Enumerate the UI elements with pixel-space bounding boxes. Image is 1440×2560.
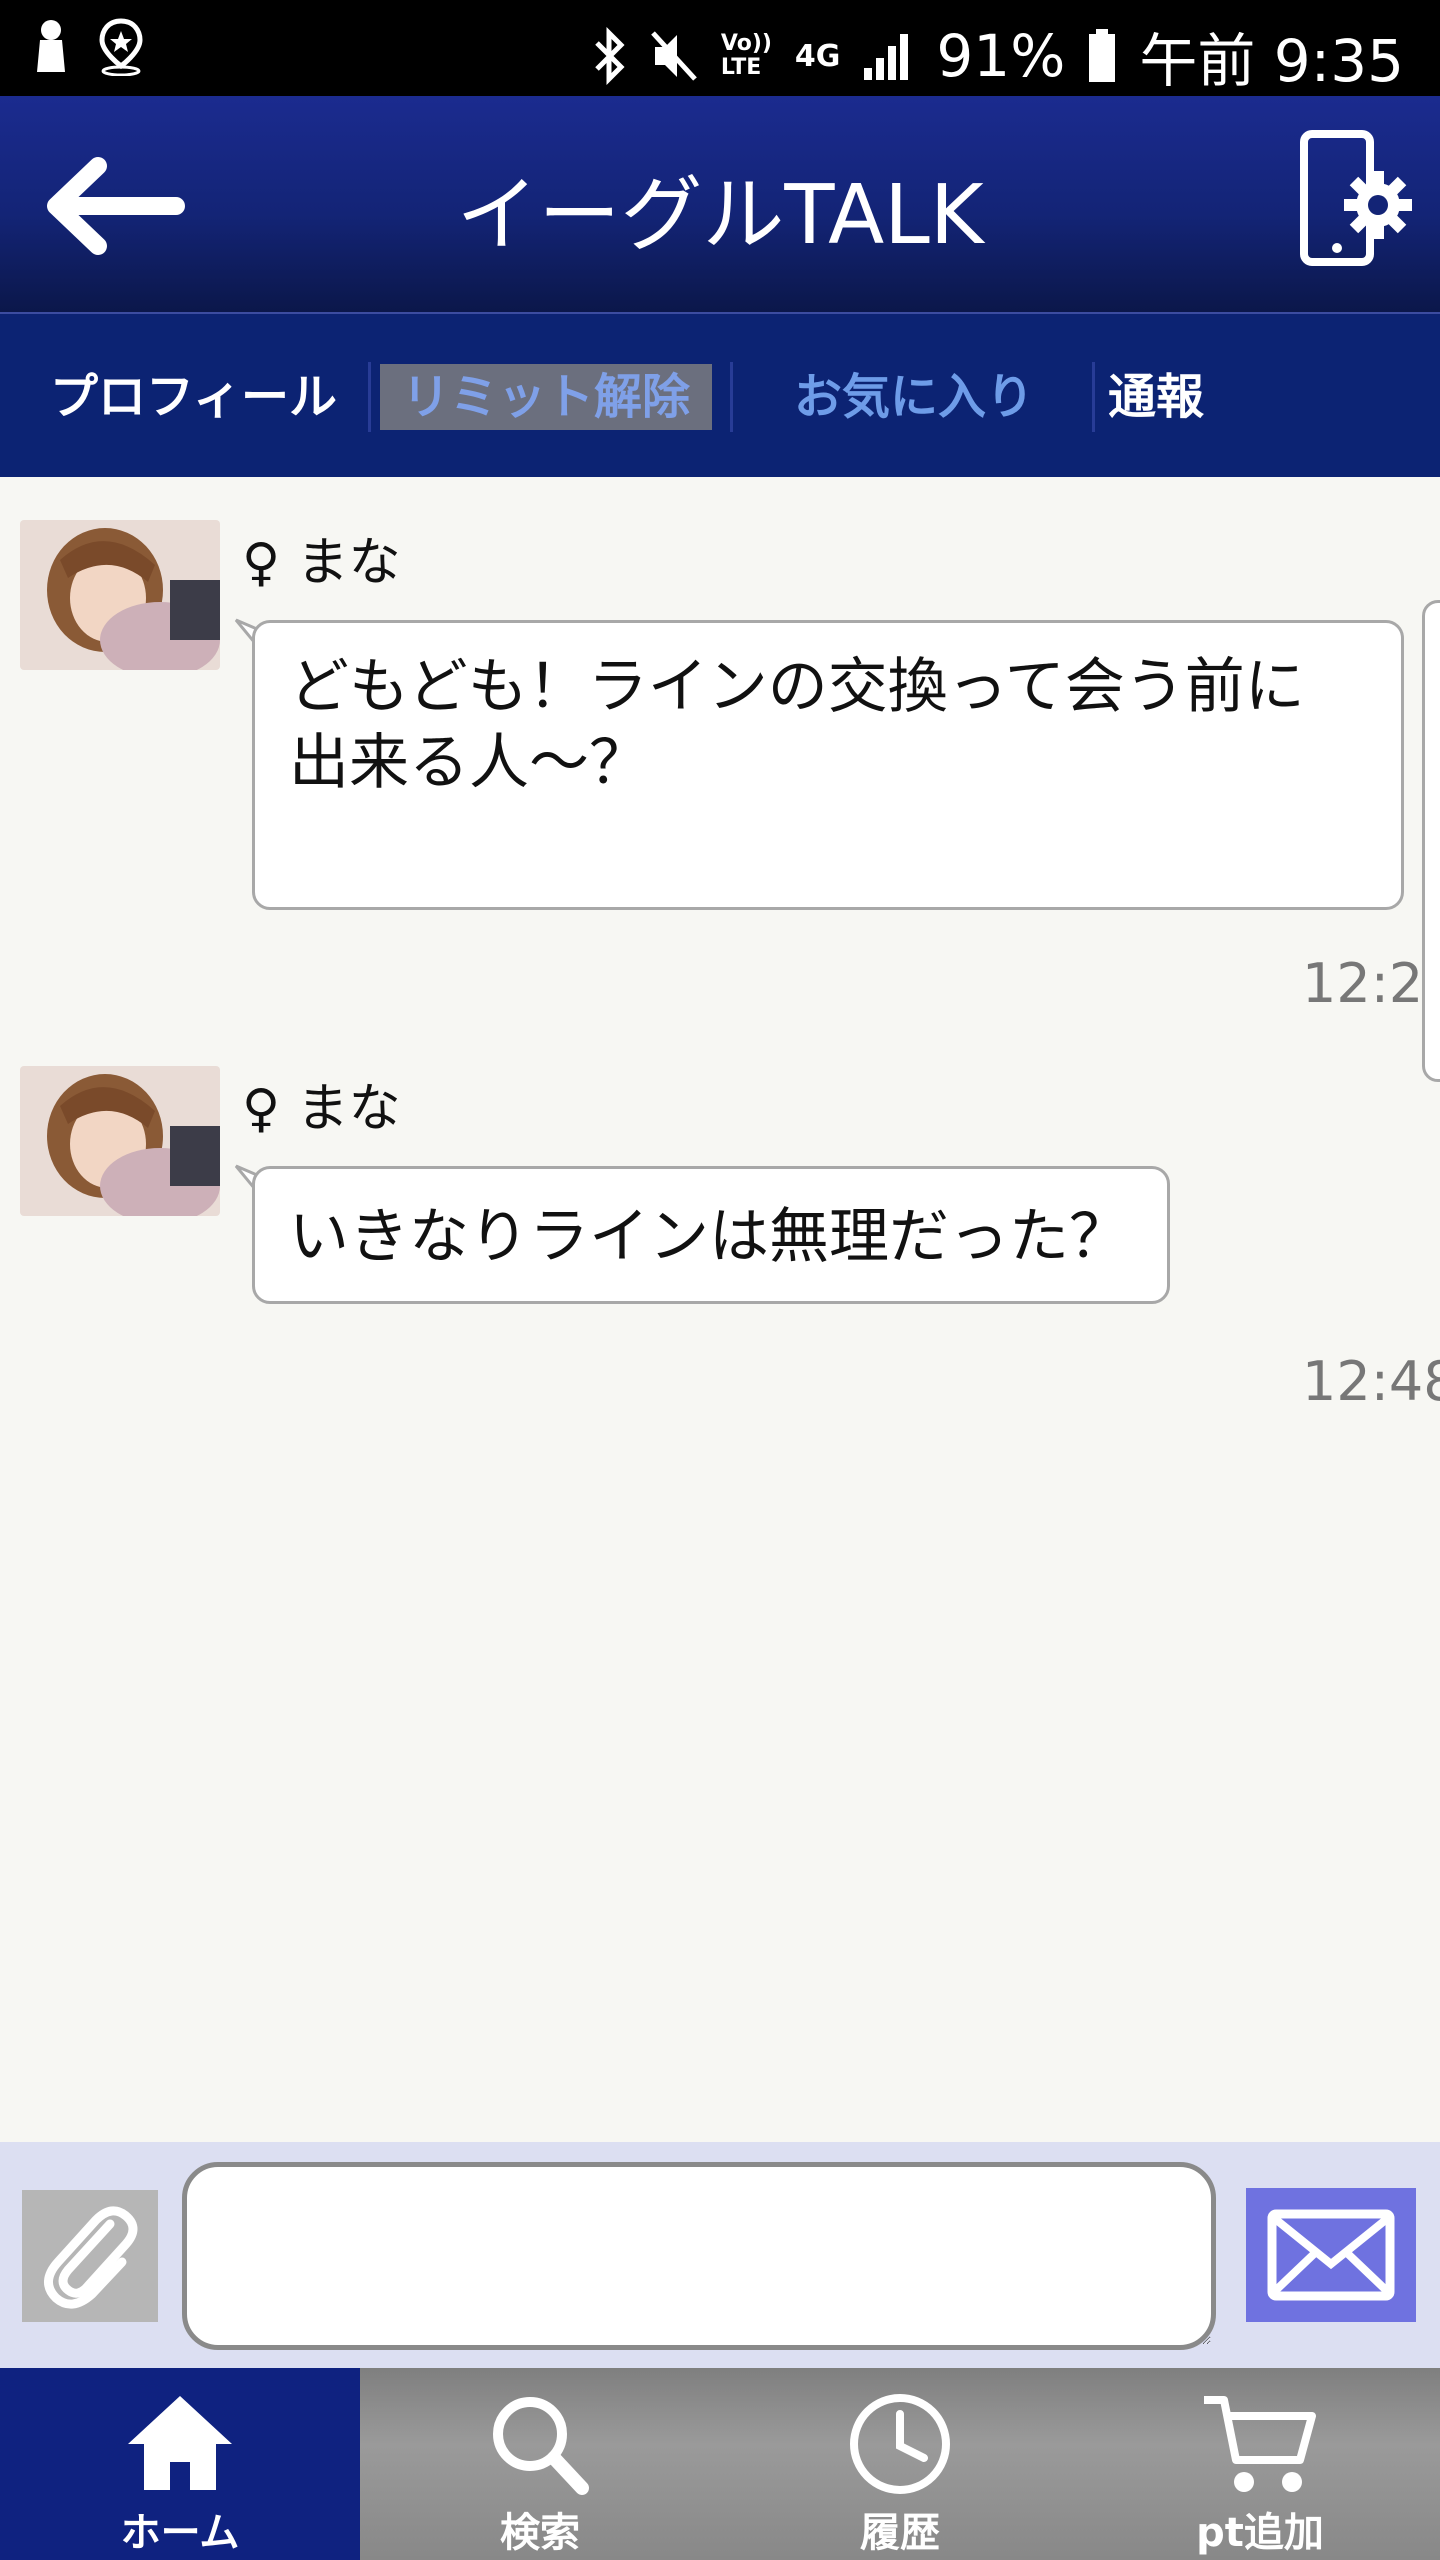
message-text: いきなりラインは無理だった？ [289,1202,1129,1272]
paperclip-icon [44,2206,138,2309]
tab-report[interactable]: 通報 [1108,364,1204,430]
mute-icon [651,31,697,81]
bluetooth-icon [595,27,625,85]
avatar-photo [20,520,220,670]
battery-percent: 91% [936,22,1066,90]
avatar[interactable] [20,1066,220,1216]
battery-icon [1089,29,1116,82]
tab-divider [1092,362,1095,432]
app-header: イーグルTALK [0,96,1440,312]
status-bar: Vo)) LTE 4G 91% 午前 9:35 [0,0,1440,96]
message-text: どもども！ラインの交換って会う前に [289,652,1305,722]
avatar[interactable] [20,520,220,670]
nav-add-points[interactable]: pt追加 [1080,2368,1440,2560]
network-type: 4G [794,38,841,74]
attach-button[interactable] [22,2190,158,2322]
nav-label: pt追加 [1196,2510,1324,2556]
nav-label: 履歴 [860,2510,940,2556]
location-icon [99,18,143,76]
tab-favorites[interactable]: お気に入り [794,364,1034,430]
cart-icon [1204,2396,1316,2492]
sender-name: ♀ まな [242,1079,401,1139]
message-bubble: いきなりラインは無理だった？ [252,1166,1170,1304]
search-icon [493,2397,589,2495]
message-bubble: どもども！ラインの交換って会う前に 出来る人～？ [252,620,1404,910]
clock-icon [850,2394,950,2494]
page-title: イーグルTALK [456,168,984,263]
nav-history[interactable]: 履歴 [720,2368,1080,2560]
message-input[interactable] [182,2162,1216,2350]
device-settings-icon[interactable] [1296,130,1416,280]
avatar-photo [20,1066,220,1216]
envelope-icon [1267,2209,1395,2301]
tab-divider [368,362,371,432]
volte-indicator: Vo)) LTE [720,31,772,80]
message-time: 12:48 [1302,1350,1440,1413]
bottom-navigation: ホーム 検索 履歴 pt追加 [0,2368,1440,2560]
tab-limit-release[interactable]: リミット解除 [380,364,713,430]
nav-label: ホーム [120,2510,240,2556]
partial-bubble [1422,600,1440,1082]
signal-icon [864,34,909,80]
nav-home[interactable]: ホーム [0,2368,360,2560]
message-composer [0,2142,1440,2368]
sender-name: ♀ まな [242,533,401,593]
message-text: 出来る人～？ [289,728,649,798]
nav-label: 検索 [500,2510,580,2556]
clock: 午前 9:35 [1139,27,1404,95]
notification-icon [37,20,65,72]
nav-search[interactable]: 検索 [360,2368,720,2560]
message-time: 12:28 [1302,952,1440,1015]
home-icon [128,2396,232,2490]
send-button[interactable] [1246,2188,1416,2322]
tab-divider [730,362,733,432]
tab-bar: プロフィール リミット解除 お気に入り 通報 [0,312,1440,477]
tab-profile[interactable]: プロフィール [50,364,337,430]
